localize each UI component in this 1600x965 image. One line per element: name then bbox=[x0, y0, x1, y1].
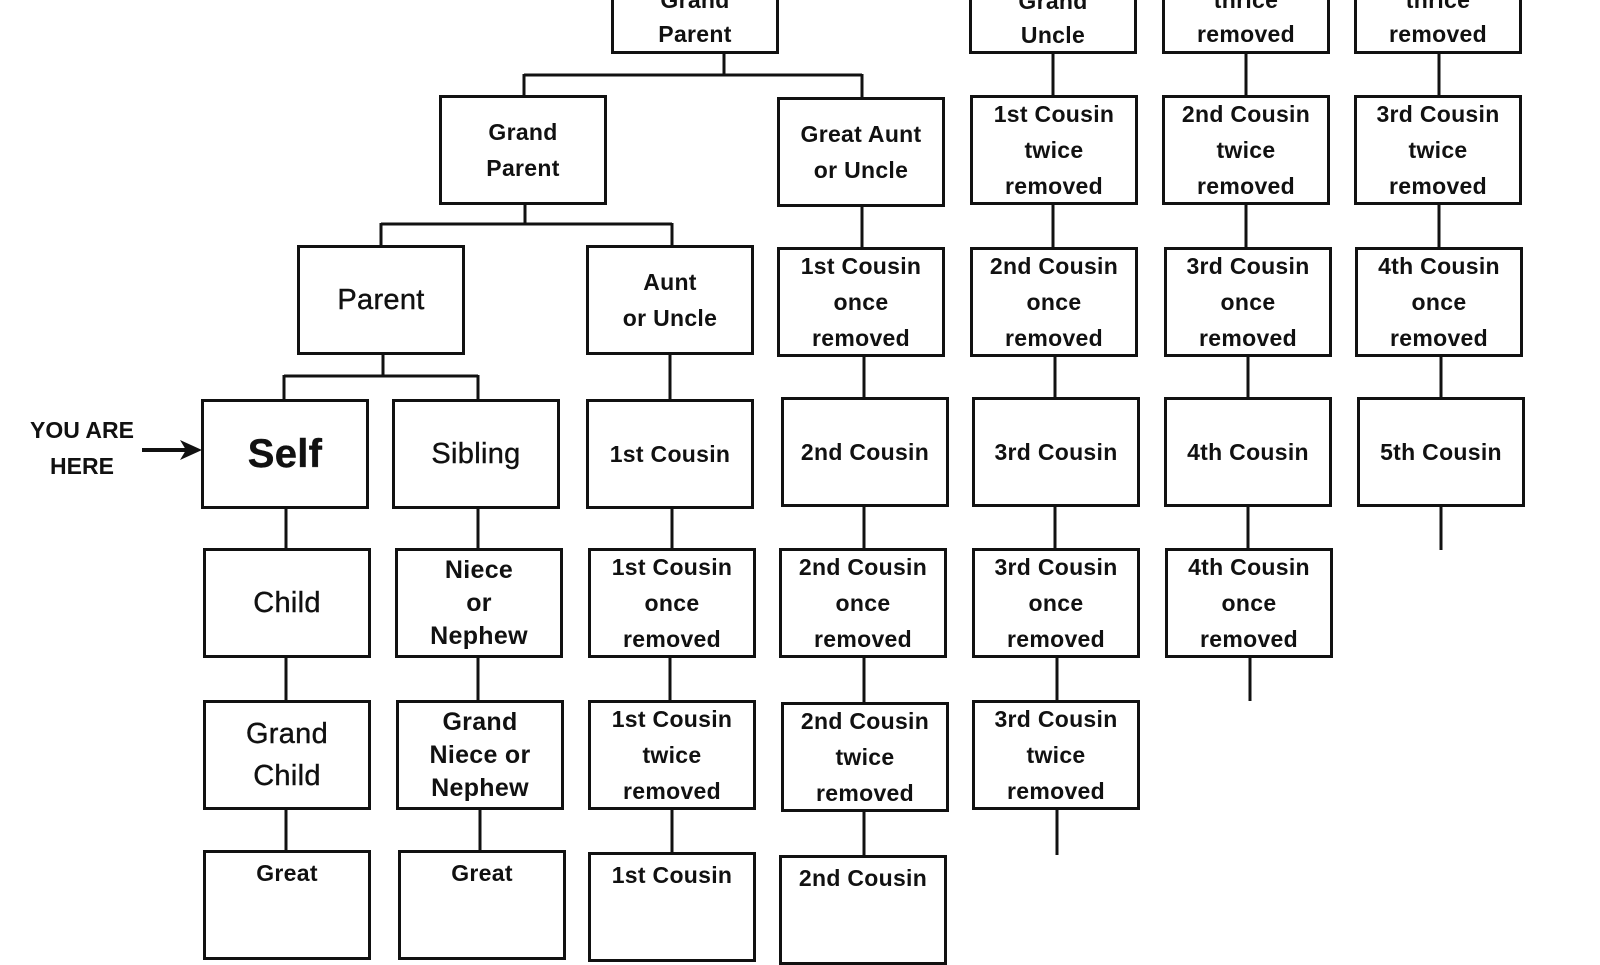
third-cousin-once-removed-box[interactable]: 3rd Cousin once removed bbox=[1164, 247, 1332, 357]
second-cousin-once-removed-down-box[interactable]: 2nd Cousin once removed bbox=[779, 548, 947, 658]
third-cousin-once-removed-down-box[interactable]: 3rd Cousin once removed bbox=[972, 548, 1140, 658]
parent-box[interactable]: Parent bbox=[297, 245, 465, 355]
second-cousin-twice-removed-box[interactable]: 2nd Cousin twice removed bbox=[1162, 95, 1330, 205]
great-grandparent-box[interactable]: Grand Parent bbox=[611, 0, 779, 54]
second-cousin-thrice-removed-box[interactable]: thrice removed bbox=[1354, 0, 1522, 54]
connector bbox=[282, 354, 480, 400]
grandchild-box[interactable]: Grand Child bbox=[203, 700, 371, 810]
connector bbox=[522, 54, 864, 98]
aunt-uncle-box[interactable]: Aunt or Uncle bbox=[586, 245, 754, 355]
second-cousin-once-removed-box[interactable]: 2nd Cousin once removed bbox=[970, 247, 1138, 357]
arrow-right-icon bbox=[142, 440, 202, 460]
great-grandchild-box[interactable]: Great bbox=[203, 850, 371, 960]
grandparent-box[interactable]: Grand Parent bbox=[439, 95, 607, 205]
first-cousin-twice-removed-down-box[interactable]: 1st Cousin twice removed bbox=[588, 700, 756, 810]
sibling-box[interactable]: Sibling bbox=[392, 399, 560, 509]
child-box[interactable]: Child bbox=[203, 548, 371, 658]
great-aunt-uncle-box[interactable]: Great Aunt or Uncle bbox=[777, 97, 945, 207]
connector bbox=[379, 204, 674, 246]
fifth-cousin-box[interactable]: 5th Cousin bbox=[1357, 397, 1525, 507]
first-cousin-twice-removed-box[interactable]: 1st Cousin twice removed bbox=[970, 95, 1138, 205]
second-cousin-twice-removed-down-box[interactable]: 2nd Cousin twice removed bbox=[781, 702, 949, 812]
first-cousin-once-removed-box[interactable]: 1st Cousin once removed bbox=[777, 247, 945, 357]
fourth-cousin-once-removed-box[interactable]: 4th Cousin once removed bbox=[1355, 247, 1523, 357]
first-cousin-once-removed-down-box[interactable]: 1st Cousin once removed bbox=[588, 548, 756, 658]
second-cousin-thrice-removed-down-box[interactable]: 2nd Cousin bbox=[779, 855, 947, 965]
self-box[interactable]: Self bbox=[201, 399, 369, 509]
first-cousin-thrice-removed-down-box[interactable]: 1st Cousin bbox=[588, 852, 756, 962]
third-cousin-twice-removed-box[interactable]: 3rd Cousin twice removed bbox=[1354, 95, 1522, 205]
kinship-chart: YOU ARE HERE Grand Parent Grand Uncle th… bbox=[0, 0, 1600, 965]
grand-niece-nephew-box[interactable]: Grand Niece or Nephew bbox=[396, 700, 564, 810]
third-cousin-twice-removed-down-box[interactable]: 3rd Cousin twice removed bbox=[972, 700, 1140, 810]
first-cousin-thrice-removed-box[interactable]: thrice removed bbox=[1162, 0, 1330, 54]
fourth-cousin-once-removed-down-box[interactable]: 4th Cousin once removed bbox=[1165, 548, 1333, 658]
niece-nephew-box[interactable]: Niece or Nephew bbox=[395, 548, 563, 658]
third-cousin-box[interactable]: 3rd Cousin bbox=[972, 397, 1140, 507]
fourth-cousin-box[interactable]: 4th Cousin bbox=[1164, 397, 1332, 507]
second-cousin-box[interactable]: 2nd Cousin bbox=[781, 397, 949, 507]
you-are-here-label: YOU ARE HERE bbox=[30, 417, 134, 479]
great-grand-uncle-box[interactable]: Grand Uncle bbox=[969, 0, 1137, 54]
great-grand-niece-nephew-box[interactable]: Great bbox=[398, 850, 566, 960]
first-cousin-box[interactable]: 1st Cousin bbox=[586, 399, 754, 509]
